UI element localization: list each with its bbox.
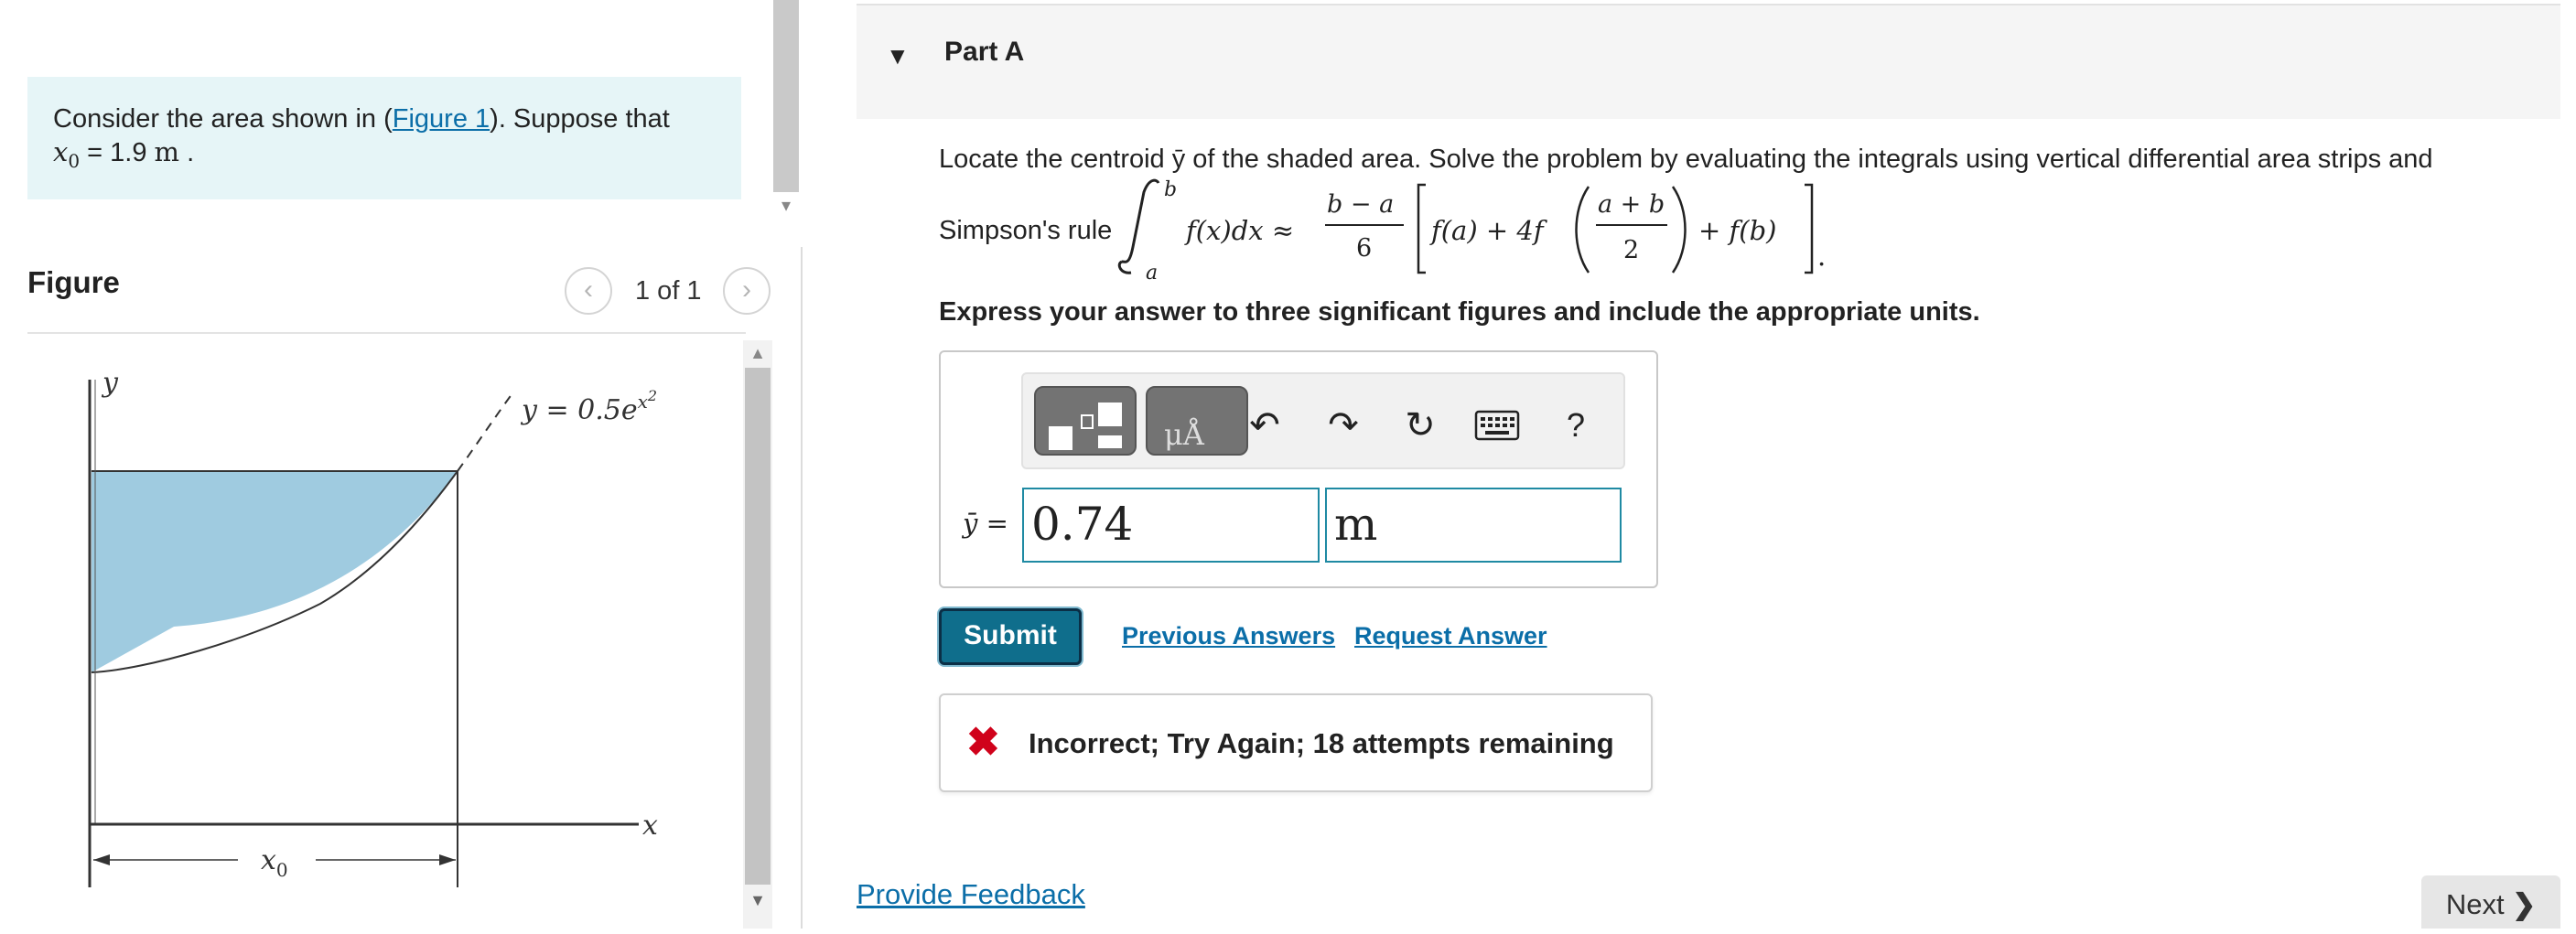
x-axis-label: x: [642, 810, 658, 842]
help-button[interactable]: ?: [1550, 400, 1601, 451]
curve-extension: [457, 392, 513, 472]
integrand: f(x)dx ≈: [1184, 215, 1294, 246]
problem-statement: Consider the area shown in (Figure 1). S…: [27, 77, 741, 199]
problem-text-2: ). Suppose that: [490, 104, 670, 134]
frac-denominator: 6: [1356, 234, 1372, 263]
integral-sign: [1117, 178, 1160, 274]
submit-button[interactable]: Submit: [939, 608, 1082, 665]
inner-numerator: a + b: [1598, 190, 1665, 219]
figure-title: Figure: [27, 265, 120, 299]
part-title: Part A: [944, 37, 1025, 67]
simpson-label: Simpson's rule: [939, 216, 1113, 245]
scroll-down-icon[interactable]: ▼: [745, 887, 771, 913]
right-paren: [1671, 186, 1687, 274]
curve-label-exp-var: x: [638, 391, 648, 413]
right-bracket: [1805, 183, 1814, 274]
answer-label: ȳ =: [963, 508, 1008, 539]
feedback-message: Incorrect; Try Again; 18 attempts remain…: [1029, 727, 1614, 759]
shaded-area: [92, 471, 458, 672]
figure-counter: 1 of 1: [635, 276, 702, 306]
undo-icon: ↶: [1249, 405, 1280, 446]
chevron-left-icon: ‹: [584, 274, 593, 305]
left-bracket: [1417, 183, 1426, 274]
formula-period: .: [1817, 241, 1826, 272]
units-glyph: μÅ: [1164, 417, 1205, 452]
simpson-formula: b a f(x)dx ≈ b − a 6 f(a) + 4f a + b 2 +…: [1117, 178, 1826, 284]
units-button[interactable]: μÅ: [1146, 386, 1248, 456]
pane-divider: [801, 247, 803, 929]
undo-button[interactable]: ↶: [1239, 400, 1290, 451]
chevron-right-icon: ›: [742, 274, 751, 305]
frac-numerator: b − a: [1327, 190, 1394, 219]
arrow-right: [439, 854, 456, 865]
part-header[interactable]: [857, 4, 2560, 119]
y-axis-label: y: [101, 367, 119, 399]
left-paren: [1575, 186, 1590, 274]
figure-link[interactable]: Figure 1: [393, 104, 490, 134]
answer-value-input[interactable]: 0.74: [1022, 488, 1320, 563]
problem-text: Consider the area shown in (: [53, 104, 393, 134]
reset-button[interactable]: ↻: [1395, 400, 1446, 451]
scroll-up-icon[interactable]: ▲: [745, 340, 771, 366]
figure-diagram: y x y = 0.5ex2 x0: [88, 367, 658, 887]
x-icon: ✖: [966, 720, 1000, 765]
x0-label-sub: 0: [276, 859, 288, 881]
answer-unit-input[interactable]: m: [1325, 488, 1622, 563]
chevron-right-icon: ❯: [2512, 888, 2537, 920]
x0-period: .: [179, 138, 195, 167]
x0-unit: m: [154, 136, 180, 167]
x0-value: = 1.9: [80, 138, 155, 167]
term2: + f(b): [1698, 215, 1776, 246]
reset-icon: ↻: [1405, 405, 1436, 446]
scroll-down-icon[interactable]: ▾: [775, 194, 797, 220]
inner-denominator: 2: [1623, 236, 1639, 264]
figure-prev-button[interactable]: ‹: [565, 267, 612, 315]
redo-button[interactable]: ↷: [1318, 400, 1369, 451]
templates-icon: [1049, 403, 1122, 450]
caret-down-icon[interactable]: ▼: [886, 42, 910, 70]
arrow-left: [93, 854, 110, 865]
keyboard-button[interactable]: [1471, 400, 1523, 451]
curve-label: y = 0.5ex2: [520, 387, 657, 426]
units-icon: μÅ: [1164, 417, 1205, 452]
x0-label-main: x: [261, 844, 276, 876]
keyboard-icon: [1474, 410, 1520, 441]
templates-button[interactable]: [1034, 386, 1137, 456]
provide-feedback-link[interactable]: Provide Feedback: [857, 878, 1085, 911]
page-scrollbar-thumb[interactable]: [773, 0, 799, 192]
integral-upper: b: [1164, 178, 1177, 201]
x0-symbol: x: [53, 136, 69, 167]
integral-lower: a: [1146, 262, 1158, 284]
instruction-text: Locate the centroid ȳ of the shaded area…: [939, 145, 2433, 174]
next-label: Next: [2445, 888, 2505, 920]
curve-label-exp-pow: 2: [647, 387, 657, 404]
figure-scrollbar-thumb[interactable]: [745, 368, 771, 885]
figure-next-button[interactable]: ›: [723, 267, 771, 315]
previous-answers-link[interactable]: Previous Answers: [1122, 622, 1335, 650]
figure-divider: [27, 332, 746, 334]
x0-label: x0: [261, 844, 288, 881]
request-answer-link[interactable]: Request Answer: [1354, 622, 1547, 650]
express-instruction: Express your answer to three significant…: [939, 297, 1980, 327]
redo-icon: ↷: [1328, 405, 1359, 446]
curve-label-prefix: y = 0.5e: [520, 394, 638, 426]
next-button[interactable]: Next ❯: [2421, 875, 2560, 929]
x0-subscript: 0: [68, 149, 81, 172]
term1: f(a) + 4f: [1429, 215, 1548, 246]
